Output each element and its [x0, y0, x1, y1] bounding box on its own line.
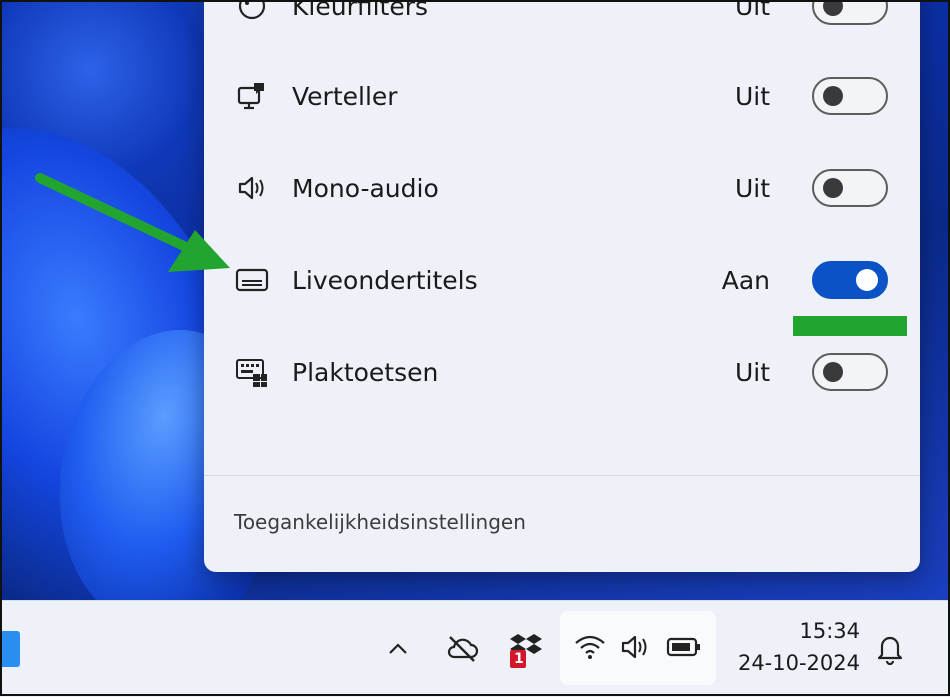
clock-time[interactable]: 15:34 [799, 619, 860, 643]
narrator-icon [234, 78, 270, 114]
row-liveondertitels[interactable]: Liveondertitels Aan [204, 250, 920, 310]
clock-date[interactable]: 24-10-2024 [738, 651, 860, 675]
row-label: Mono-audio [292, 173, 439, 203]
row-mono-audio[interactable]: Mono-audio Uit [204, 158, 920, 218]
row-verteller[interactable]: Verteller Uit [204, 66, 920, 126]
kleurfilters-toggle[interactable] [812, 0, 888, 25]
row-label: Kleurfilters [292, 0, 429, 21]
color-filter-icon [234, 0, 270, 24]
sticky-keys-icon [234, 354, 270, 390]
accessibility-settings-link[interactable]: Toegankelijkheidsinstellingen [234, 510, 526, 534]
divider [204, 475, 920, 476]
wifi-icon [572, 629, 608, 665]
row-state: Aan [721, 265, 770, 295]
bell-icon[interactable] [870, 629, 910, 669]
taskbar: 1 15:34 24-10-2024 [0, 600, 950, 697]
quick-settings-button[interactable] [560, 611, 716, 685]
dropbox-badge: 1 [514, 651, 524, 667]
row-state: Uit [734, 0, 770, 21]
chevron-up-icon[interactable] [380, 631, 416, 667]
row-plaktoetsen[interactable]: Plaktoetsen Uit [204, 342, 920, 402]
volume-icon [618, 629, 654, 665]
row-label: Verteller [292, 81, 398, 111]
row-label: Liveondertitels [292, 265, 478, 295]
cloud-off-icon[interactable] [442, 629, 482, 669]
plaktoetsen-toggle[interactable] [812, 353, 888, 391]
dropbox-icon[interactable]: 1 [506, 627, 546, 673]
row-label: Plaktoetsen [292, 357, 439, 387]
liveondertitels-toggle[interactable] [812, 261, 888, 299]
mono-audio-toggle[interactable] [812, 169, 888, 207]
annotation-arrow-icon [35, 173, 230, 272]
battery-icon [664, 629, 704, 665]
accessibility-flyout: Kleurfilters Uit Verteller Uit Mono-audi… [204, 0, 920, 572]
verteller-toggle[interactable] [812, 77, 888, 115]
row-kleurfilters[interactable]: Kleurfilters Uit [204, 0, 920, 36]
taskbar-app-icon[interactable] [0, 631, 20, 667]
row-state: Uit [734, 357, 770, 387]
annotation-highlight-bar [793, 316, 907, 336]
row-state: Uit [734, 81, 770, 111]
row-state: Uit [734, 173, 770, 203]
